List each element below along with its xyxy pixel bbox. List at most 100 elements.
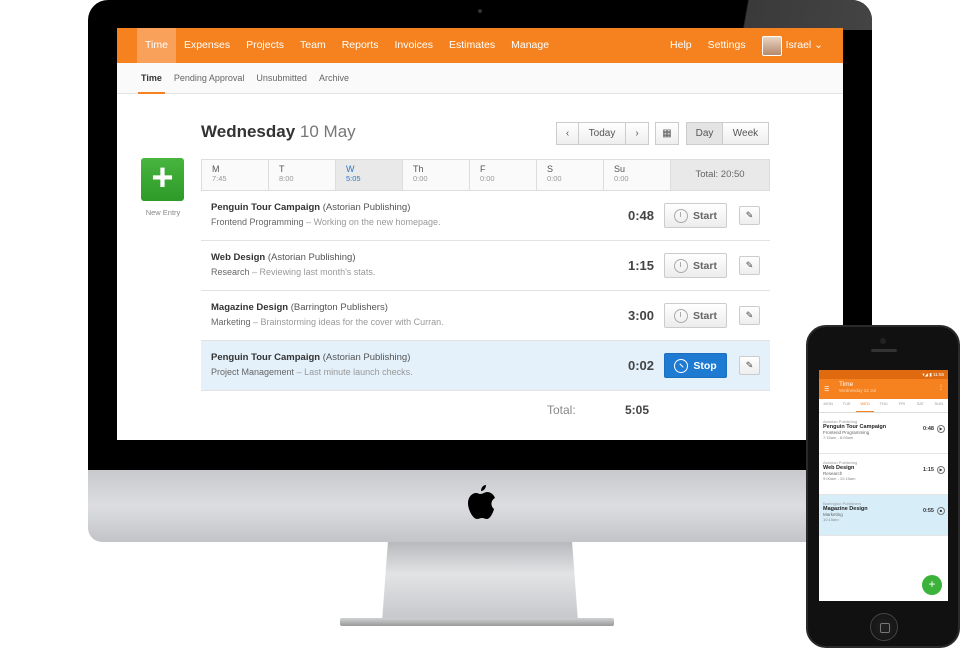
new-entry-button[interactable]: +: [141, 158, 184, 201]
help-link[interactable]: Help: [662, 28, 700, 63]
day-tab-w[interactable]: W 5:05: [336, 160, 403, 190]
day-hours: 0:00: [547, 174, 562, 183]
phone-entries: Astorian Publishing Penguin Tour Campaign…: [819, 413, 948, 536]
day-tab-m[interactable]: M 7:45: [202, 160, 269, 190]
timer-label: Stop: [693, 359, 717, 372]
client-name: (Astorian Publishing): [267, 252, 356, 263]
phone-entry-hours: 7:15am - 8:05am: [823, 435, 854, 440]
nav-projects[interactable]: Projects: [238, 28, 292, 63]
phone-entry[interactable]: Astorian Publishing Penguin Tour Campaign…: [819, 413, 948, 454]
phone-title: Time: [839, 381, 854, 388]
day-tab-f[interactable]: F 0:00: [470, 160, 537, 190]
phone-day-fri[interactable]: FRI: [893, 399, 911, 412]
imac-stand: [382, 542, 578, 622]
calendar-icon[interactable]: ▦: [655, 122, 679, 145]
nav-manage[interactable]: Manage: [503, 28, 557, 63]
pencil-icon: ✎: [745, 260, 754, 270]
task-name: Marketing: [211, 317, 251, 327]
edit-entry-button[interactable]: ✎: [739, 256, 760, 275]
entry-duration: 3:00: [627, 308, 654, 323]
phone-entry-duration: 0:48: [922, 426, 934, 432]
prev-day-button[interactable]: ‹: [556, 122, 579, 145]
day-hours: 0:00: [614, 174, 629, 183]
day-tab-su[interactable]: Su 0:00: [604, 160, 671, 190]
play-icon[interactable]: ▶: [937, 425, 945, 433]
time-entries: Penguin Tour Campaign (Astorian Publishi…: [201, 191, 770, 391]
hamburger-menu-icon[interactable]: ☰: [824, 386, 829, 393]
home-button[interactable]: [870, 613, 898, 641]
day-label: F: [480, 164, 486, 174]
project-name: Magazine Design: [211, 302, 289, 313]
new-entry-label: New Entry: [145, 208, 181, 217]
day-view-button[interactable]: Day: [686, 122, 723, 145]
clock-icon: [674, 308, 689, 323]
entry-duration: 1:15: [627, 258, 654, 273]
start-timer-button[interactable]: Start: [664, 253, 727, 278]
time-entry-row[interactable]: Magazine Design (Barrington Publishers) …: [201, 291, 770, 341]
nav-expenses[interactable]: Expenses: [176, 28, 238, 63]
day-tab-th[interactable]: Th 0:00: [403, 160, 470, 190]
phone-entry-hours: 10:15am: [823, 517, 839, 522]
week-view-button[interactable]: Week: [723, 122, 769, 145]
subnav-unsubmitted[interactable]: Unsubmitted: [256, 63, 307, 94]
entry-note: – Working on the new homepage.: [306, 217, 441, 227]
bezel-reflection: [730, 0, 872, 30]
stop-timer-button[interactable]: Stop: [664, 353, 727, 378]
subnav-archive[interactable]: Archive: [319, 63, 349, 94]
top-navigation: Time Expenses Projects Team Reports Invo…: [117, 28, 843, 63]
phone-day-mon[interactable]: MON: [819, 399, 837, 412]
edit-entry-button[interactable]: ✎: [739, 306, 760, 325]
day-label: Su: [614, 164, 626, 174]
sub-navigation: Time Pending Approval Unsubmitted Archiv…: [117, 63, 843, 94]
week-strip: M 7:45 T 8:00 W 5:05 Th 0:00 F 0:00 S 0:00 Su 0:00 Tot…: [201, 159, 770, 191]
phone-day-thu[interactable]: THU: [874, 399, 892, 412]
nav-team[interactable]: Team: [292, 28, 334, 63]
user-menu[interactable]: Israel ⌄: [786, 28, 843, 63]
more-options-icon[interactable]: ⋮: [938, 384, 944, 391]
start-timer-button[interactable]: Start: [664, 303, 727, 328]
phone-status-bar: ▾◢ ▮ 11:55: [819, 370, 948, 379]
day-tab-t[interactable]: T 8:00: [269, 160, 336, 190]
time-entry-row[interactable]: Penguin Tour Campaign (Astorian Publishi…: [201, 341, 770, 391]
calendar-group: ▦: [655, 122, 679, 145]
phone-day-wed[interactable]: WED: [855, 399, 875, 412]
stop-icon[interactable]: ■: [937, 507, 945, 515]
date-navigation: ‹ Today ›: [556, 122, 649, 145]
edit-entry-button[interactable]: ✎: [739, 356, 760, 375]
day-tab-s[interactable]: S 0:00: [537, 160, 604, 190]
time-entry-row[interactable]: Penguin Tour Campaign (Astorian Publishi…: [201, 191, 770, 241]
edit-entry-button[interactable]: ✎: [739, 206, 760, 225]
phone-entry[interactable]: Barrington Publishers Magazine Design Mark…: [819, 495, 948, 536]
day-hours: 5:05: [346, 174, 361, 183]
phone-day-sat[interactable]: SAT: [911, 399, 929, 412]
today-button[interactable]: Today: [579, 122, 626, 145]
phone-day-tue[interactable]: TUE: [837, 399, 855, 412]
phone-entry[interactable]: Astorian Publishing Web Design Research 9:0…: [819, 454, 948, 495]
subnav-pending-approval[interactable]: Pending Approval: [174, 63, 245, 94]
nav-reports[interactable]: Reports: [334, 28, 387, 63]
clock-icon: [674, 358, 689, 373]
day-hours: 8:00: [279, 174, 294, 183]
subnav-time[interactable]: Time: [138, 63, 165, 94]
nav-time[interactable]: Time: [137, 28, 176, 63]
timer-label: Start: [693, 259, 717, 272]
phone-add-entry-button[interactable]: +: [922, 575, 942, 595]
start-timer-button[interactable]: Start: [664, 203, 727, 228]
entry-duration: 0:48: [627, 208, 654, 223]
phone-subtitle: Wednesday 22 Jul: [839, 388, 876, 393]
time-entry-row[interactable]: Web Design (Astorian Publishing) Researc…: [201, 241, 770, 291]
user-avatar[interactable]: [761, 35, 782, 56]
page-title: Wednesday 10 May: [201, 122, 356, 142]
clock-icon: [674, 208, 689, 223]
task-name: Project Management: [211, 367, 295, 377]
weekday: Wednesday: [201, 122, 296, 141]
task-name: Frontend Programming: [211, 217, 304, 227]
settings-link[interactable]: Settings: [700, 28, 754, 63]
nav-estimates[interactable]: Estimates: [441, 28, 503, 63]
next-day-button[interactable]: ›: [626, 122, 649, 145]
nav-invoices[interactable]: Invoices: [386, 28, 441, 63]
play-icon[interactable]: ▶: [937, 466, 945, 474]
total-label: Total:: [547, 403, 576, 417]
phone-day-sun[interactable]: SUN: [930, 399, 948, 412]
day-label: Th: [413, 164, 424, 174]
